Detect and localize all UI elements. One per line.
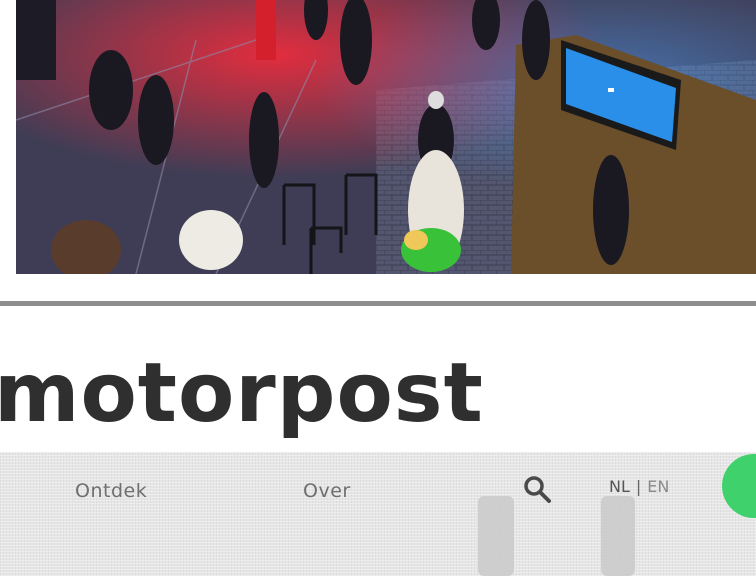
green-circle-button[interactable] [722, 454, 756, 518]
language-nl[interactable]: NL [609, 477, 630, 496]
language-separator: | [635, 477, 642, 496]
hero-photo [16, 0, 756, 274]
blurred-shape [478, 496, 514, 576]
language-switcher: NL | EN [609, 477, 669, 496]
search-icon[interactable] [522, 474, 552, 504]
event-photo-illustration [16, 0, 756, 274]
nav-link-discover[interactable]: Ontdek [75, 480, 147, 502]
section-divider [0, 301, 756, 306]
nav-link-about[interactable]: Over [303, 480, 351, 502]
blurred-shape [601, 496, 635, 576]
page-title: motorpost [0, 346, 484, 441]
language-en[interactable]: EN [647, 477, 669, 496]
embedded-website-screen: Ontdek Over NL | EN [0, 452, 756, 576]
